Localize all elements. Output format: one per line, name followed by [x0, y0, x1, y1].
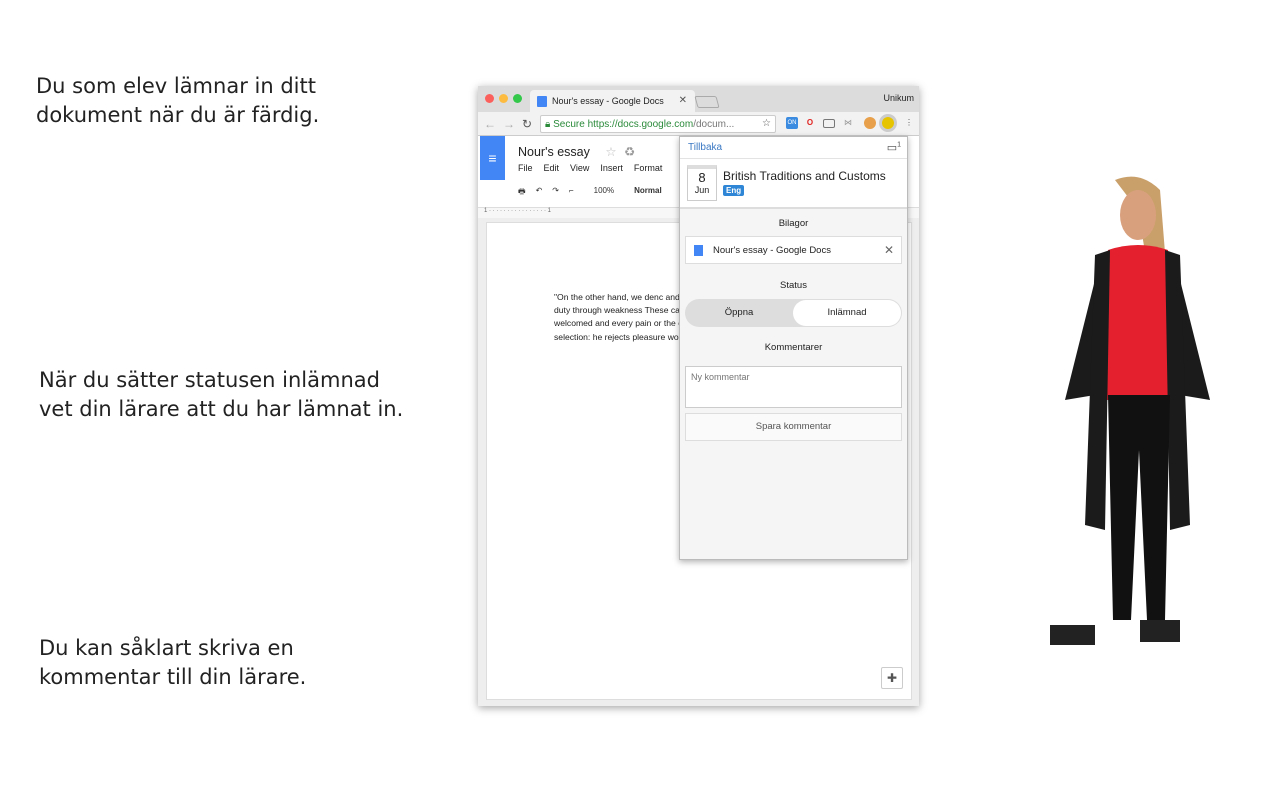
status-heading: Status	[780, 280, 807, 291]
subject-badge: Eng	[723, 185, 745, 196]
assignment-header: 8 Jun British Traditions and Customs Eng	[680, 159, 907, 209]
minimize-window-button[interactable]	[499, 94, 508, 103]
notification-count: 1	[897, 141, 901, 149]
url-path: /docum...	[693, 119, 735, 130]
close-window-button[interactable]	[485, 94, 494, 103]
notifications-icon[interactable]: ▭1	[887, 141, 901, 154]
menu-view[interactable]: View	[570, 163, 589, 173]
redo-icon[interactable]: ↷	[552, 186, 559, 200]
secure-label: Secure	[553, 119, 585, 130]
style-select[interactable]: Normal	[634, 186, 662, 200]
address-bar[interactable]: 🔒︎ Secure https://docs.google.com/docum.…	[540, 115, 776, 133]
tab-title: Nour's essay - Google Docs	[552, 96, 664, 106]
maximize-window-button[interactable]	[513, 94, 522, 103]
reload-icon[interactable]: ↻	[522, 117, 532, 131]
due-month: Jun	[694, 185, 710, 195]
bookmark-star-icon[interactable]: ☆	[762, 118, 771, 129]
status-option-open[interactable]: Öppna	[685, 299, 793, 327]
cast-icon[interactable]	[823, 119, 835, 128]
menu-bar: File Edit View Insert Format	[518, 163, 662, 173]
attachments-heading: Bilagor	[778, 218, 809, 229]
docs-toolbar: 🖶︎ ↶ ↷ ⌐ 100% Normal	[518, 186, 662, 200]
cookie-icon[interactable]	[864, 117, 876, 129]
lock-icon: 🔒︎	[545, 119, 551, 130]
status-option-submitted[interactable]: Inlämnad	[793, 300, 901, 326]
document-title[interactable]: Nour's essay ☆ ♻	[518, 144, 635, 159]
student-photo	[1050, 176, 1210, 645]
extension-icon[interactable]: ⋈	[842, 117, 854, 129]
docs-favicon-icon	[537, 96, 547, 107]
remove-attachment-icon[interactable]: ✕	[884, 243, 894, 257]
url-host: https://docs.google.com	[587, 119, 694, 130]
print-icon[interactable]: 🖶︎	[518, 186, 526, 200]
opera-icon[interactable]: O	[804, 117, 816, 129]
title-text: Nour's essay	[518, 145, 590, 159]
unikum-popup: Tillbaka ▭1 8 Jun British Traditions and …	[679, 136, 908, 560]
browser-tab[interactable]: Nour's essay - Google Docs ✕	[530, 90, 695, 112]
add-comment-icon[interactable]: ✚	[881, 667, 903, 689]
profile-name[interactable]: Unikum	[883, 93, 914, 103]
close-tab-icon[interactable]: ✕	[679, 95, 687, 106]
star-icon[interactable]: ☆	[605, 145, 616, 159]
attachment-item[interactable]: Nour's essay - Google Docs ✕	[685, 236, 902, 264]
drive-icon[interactable]: ♻	[624, 145, 635, 159]
toolbar: ← → ↻ 🔒︎ Secure https://docs.google.com/…	[478, 112, 919, 136]
forward-icon[interactable]: →	[503, 117, 515, 131]
extension-on-icon[interactable]: ON	[786, 117, 798, 129]
unikum-extension-icon[interactable]	[882, 117, 894, 129]
docs-file-icon	[694, 245, 703, 256]
back-link[interactable]: Tillbaka	[688, 142, 722, 153]
menu-kebab-icon[interactable]: ⋮	[903, 117, 915, 129]
assignment-title: British Traditions and Customs	[723, 169, 886, 183]
due-date: 8 Jun	[687, 165, 717, 201]
attachment-name: Nour's essay - Google Docs	[713, 245, 831, 256]
comments-heading: Kommentarer	[764, 342, 823, 353]
undo-icon[interactable]: ↶	[536, 186, 543, 200]
menu-file[interactable]: File	[518, 163, 533, 173]
tab-bar: Nour's essay - Google Docs ✕ Unikum	[478, 86, 919, 112]
menu-insert[interactable]: Insert	[600, 163, 623, 173]
status-toggle: Öppna Inlämnad	[685, 299, 902, 327]
docs-logo-icon[interactable]: ≡	[480, 136, 505, 180]
menu-format[interactable]: Format	[634, 163, 663, 173]
caption-comment: Du kan såklart skriva en kommentar till …	[39, 636, 307, 689]
paint-format-icon[interactable]: ⌐	[569, 186, 574, 200]
menu-edit[interactable]: Edit	[544, 163, 560, 173]
zoom-select[interactable]: 100%	[594, 186, 614, 200]
comment-input[interactable]	[685, 366, 902, 408]
due-day: 8	[698, 170, 706, 185]
caption-status: När du sätter statusen inlämnad vet din …	[39, 368, 404, 421]
back-icon[interactable]: ←	[484, 117, 496, 131]
new-tab-button[interactable]	[694, 96, 720, 108]
save-comment-button[interactable]: Spara kommentar	[685, 413, 902, 441]
caption-submit: Du som elev lämnar in ditt dokument när …	[36, 74, 320, 127]
